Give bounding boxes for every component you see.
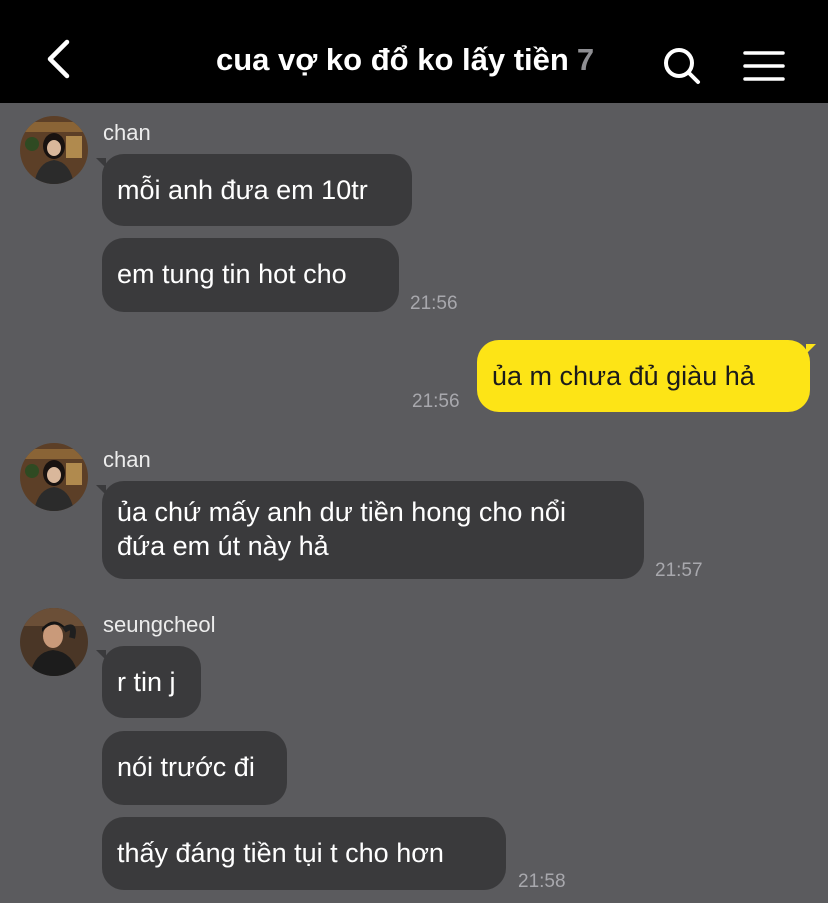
sender-name: chan xyxy=(103,120,151,145)
message-timestamp: 21:56 xyxy=(412,391,460,412)
chevron-left-icon xyxy=(47,39,70,79)
search-button[interactable] xyxy=(660,44,704,88)
avatar-chan[interactable] xyxy=(20,443,88,511)
message-timestamp: 21:57 xyxy=(655,560,703,581)
sender-name: chan xyxy=(103,447,151,472)
user-avatar xyxy=(20,443,88,511)
message-bubble[interactable]: mỗi anh đưa em 10tr xyxy=(96,154,412,226)
message-bubble[interactable]: em tung tin hot cho xyxy=(102,238,399,312)
message-bubble[interactable]: thấy đáng tiền tụi t cho hơn xyxy=(102,817,506,890)
message-line: ủa chứ mấy anh dư tiền hong cho nổi xyxy=(117,497,566,527)
message-bubble[interactable]: r tin j xyxy=(96,646,201,718)
user-avatar xyxy=(20,116,88,184)
chat-header: cua vợ ko đổ ko lấy tiền 7 xyxy=(0,0,828,103)
menu-button[interactable] xyxy=(742,46,786,86)
message-bubble[interactable]: nói trước đi xyxy=(102,731,287,805)
sender-name: seungcheol xyxy=(103,612,216,637)
avatar-chan[interactable] xyxy=(20,116,88,184)
chat-title-text: cua vợ ko đổ ko lấy tiền xyxy=(216,42,569,77)
hamburger-menu-icon xyxy=(743,51,785,81)
my-message-bubble[interactable]: ủa m chưa đủ giàu hả xyxy=(477,340,816,412)
user-avatar xyxy=(20,608,88,676)
message-line: đứa em út này hả xyxy=(117,531,329,561)
member-count: 7 xyxy=(576,42,595,77)
chat-title: cua vợ ko đổ ko lấy tiền 7 xyxy=(216,40,594,80)
avatar-seungcheol[interactable] xyxy=(20,608,88,676)
search-icon xyxy=(664,48,700,84)
message-timestamp: 21:56 xyxy=(410,293,458,314)
message-timestamp: 21:58 xyxy=(518,871,566,892)
back-button[interactable] xyxy=(36,30,82,86)
message-bubble[interactable]: ủa chứ mấy anh dư tiền hong cho nổi đứa … xyxy=(96,481,644,579)
